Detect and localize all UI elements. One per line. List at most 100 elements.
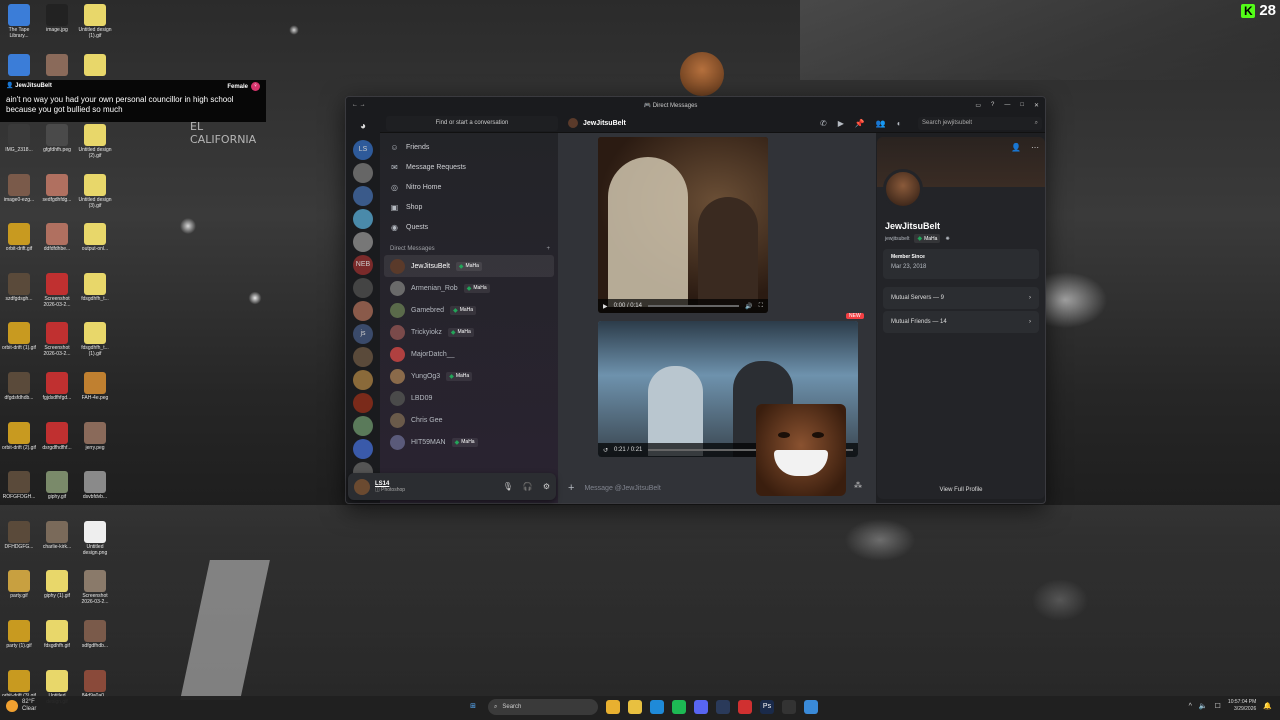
desktop-icon[interactable]: FAH-4e.peg [76, 372, 114, 401]
inbox-icon[interactable]: ▭ [975, 102, 981, 109]
desktop-icon[interactable]: sdfgdfhdb... [76, 620, 114, 649]
headphones-icon[interactable]: 🎧 [523, 482, 533, 491]
desktop-icon[interactable]: charlie-kirk... [38, 520, 76, 550]
discord-logo-icon[interactable]: ◕ [353, 117, 373, 137]
desktop-icon[interactable]: fdsgdhfh_t... (1).gif [76, 322, 114, 357]
video-seek-bar[interactable] [647, 305, 740, 307]
server-icon[interactable]: js [353, 324, 373, 344]
server-icon[interactable] [353, 347, 373, 367]
dm-row[interactable]: Gamebred ◆ MaHa [380, 299, 558, 321]
desktop-icon[interactable]: Screenshot 2026-03-2... [38, 322, 76, 357]
desktop-icon[interactable]: Untitled design (3).gif [76, 173, 114, 209]
desktop-icon[interactable]: orbit-drift (1).gif [0, 322, 38, 351]
server-icon[interactable] [353, 416, 373, 436]
add-friends-icon[interactable]: 👥 [876, 119, 886, 128]
nav-arrows[interactable]: ← → [352, 102, 366, 108]
taskbar-clock[interactable]: 10:57:04 PM 3/29/2026 [1228, 699, 1256, 713]
taskbar-app-paint[interactable] [804, 700, 818, 714]
desktop-icon[interactable] [76, 54, 114, 77]
taskbar-app-edge[interactable] [650, 700, 664, 714]
network-icon[interactable]: ☐ [1215, 702, 1221, 710]
help-icon[interactable]: ? [991, 102, 994, 109]
desktop-icon[interactable]: party.gif [0, 570, 38, 599]
nav-item-shop[interactable]: ▣ Shop [380, 197, 558, 217]
server-icon[interactable]: NEB [353, 255, 373, 275]
taskbar-app-ps[interactable]: Ps [760, 700, 774, 714]
desktop-icon[interactable]: DFHDGFG... [0, 520, 38, 550]
play-icon[interactable]: ▶ [603, 303, 608, 310]
discord-window[interactable]: ← → 🎮 Direct Messages ▭ ? — □ ✕ ◕ LS NEB j… [345, 96, 1046, 504]
taskbar-app-terminal[interactable] [782, 700, 796, 714]
user-profile-icon[interactable]: ◐ [897, 119, 902, 128]
desktop-icon[interactable]: Screenshot 2026-03-2... [38, 272, 76, 308]
find-conversation-input[interactable]: Find or start a conversation [386, 116, 558, 131]
desktop-icon[interactable]: The Tape Library... [0, 4, 38, 39]
dm-row[interactable]: YungOg3 ◆ MaHa [380, 365, 558, 387]
desktop-icon[interactable]: output-onl... [76, 223, 114, 252]
more-options-icon[interactable]: ⋯ [1031, 143, 1039, 152]
microphone-icon[interactable]: 🎙 [503, 482, 513, 491]
dm-row[interactable]: JewJitsuBelt ◆ MaHa [384, 255, 554, 277]
voice-call-icon[interactable]: ✆ [820, 119, 827, 128]
maximize-button[interactable]: □ [1020, 102, 1024, 109]
desktop-icon[interactable]: gfgfdhfh.peg [38, 124, 76, 153]
desktop-icon[interactable]: dsvbfdvb... [76, 471, 114, 500]
desktop-icon[interactable]: Untitled design (2).gif [76, 124, 114, 159]
desktop-icon[interactable]: IMG_2318... [0, 124, 38, 153]
taskbar-app-discord[interactable] [694, 700, 708, 714]
window-titlebar[interactable]: ← → 🎮 Direct Messages ▭ ? — □ ✕ [346, 97, 1045, 113]
desktop-icon[interactable] [0, 54, 38, 77]
desktop-icon[interactable]: dfgdsfdhdb... [0, 372, 38, 401]
taskbar-app-chrome[interactable] [606, 700, 620, 714]
fullscreen-icon[interactable]: ⛶ [759, 303, 763, 310]
desktop-icon[interactable]: 84d9a0a0... [76, 669, 114, 699]
desktop-icon[interactable]: fgjdsdfhfgd... [38, 372, 76, 401]
taskbar-app-files[interactable] [628, 700, 642, 714]
server-icon[interactable] [353, 232, 373, 252]
settings-gear-icon[interactable]: ⚙ [543, 482, 550, 491]
taskbar-app-steam[interactable] [716, 700, 730, 714]
desktop-icon[interactable]: giphy (1).gif [38, 570, 76, 599]
server-icon[interactable] [353, 186, 373, 206]
desktop-icon[interactable]: Screenshot 2026-03-2... [76, 570, 114, 605]
desktop-icon[interactable]: fdsgdhfh_t... [76, 272, 114, 302]
server-icon[interactable] [353, 301, 373, 321]
dm-row[interactable]: LBD09 [380, 387, 558, 409]
nav-item-quests[interactable]: ◉ Quests [380, 217, 558, 237]
desktop-icon[interactable]: jerry.peg [76, 421, 114, 451]
notification-bell-icon[interactable]: 🔔 [1263, 702, 1272, 710]
desktop-icon[interactable]: orbit-drift (3).gif [0, 669, 38, 699]
add-friend-icon[interactable]: 👤 [1011, 143, 1021, 152]
desktop-icon[interactable]: fdsgdhfh.gif [38, 620, 76, 649]
desktop-icon[interactable]: dsrgdfhdfhf... [38, 421, 76, 451]
server-icon[interactable] [353, 370, 373, 390]
current-user-info[interactable]: LS14 ◫ Photoshop [375, 481, 405, 493]
apps-icon[interactable]: ⁂ [854, 481, 862, 490]
desktop-icon[interactable]: ROFGFDGH... [0, 471, 38, 500]
mutual-servers-row[interactable]: Mutual Servers — 9 › [883, 287, 1039, 309]
desktop-icon[interactable]: orbit-drift (2).gif [0, 421, 38, 451]
desktop-icon[interactable]: ddfdfdhbe... [38, 223, 76, 252]
create-dm-button[interactable]: + [546, 246, 550, 252]
tray-overflow-icon[interactable]: ^ [1189, 703, 1192, 710]
server-icon[interactable] [353, 163, 373, 183]
desktop-icon[interactable] [38, 54, 76, 77]
nav-item-message-requests[interactable]: ✉ Message Requests [380, 157, 558, 177]
server-icon[interactable] [353, 209, 373, 229]
server-icon[interactable] [353, 278, 373, 298]
desktop-icon[interactable]: image.jpg [38, 4, 76, 33]
desktop-icon[interactable]: szdfgdsgh... [0, 272, 38, 302]
dm-row[interactable]: MajorDatch__ [380, 343, 558, 365]
server-icon[interactable]: LS [353, 140, 373, 160]
server-icon[interactable] [353, 393, 373, 413]
dm-row[interactable]: Trickyiokz ◆ MaHa [380, 321, 558, 343]
server-icon[interactable] [353, 439, 373, 459]
replay-icon[interactable]: ↺ [603, 447, 608, 454]
desktop-icon[interactable]: giphy.gif [38, 471, 76, 500]
video-attachment-1[interactable]: ▶ 0:00 / 0:14 🔊 ⛶ [598, 137, 768, 313]
minimize-button[interactable]: — [1004, 102, 1010, 109]
nav-item-friends[interactable]: ☺ Friends [380, 137, 558, 157]
mutual-friends-row[interactable]: Mutual Friends — 14 › [883, 311, 1039, 333]
dm-row[interactable]: Chris Gee [380, 409, 558, 431]
dm-row[interactable]: Armenian_Rob ◆ MaHa [380, 277, 558, 299]
